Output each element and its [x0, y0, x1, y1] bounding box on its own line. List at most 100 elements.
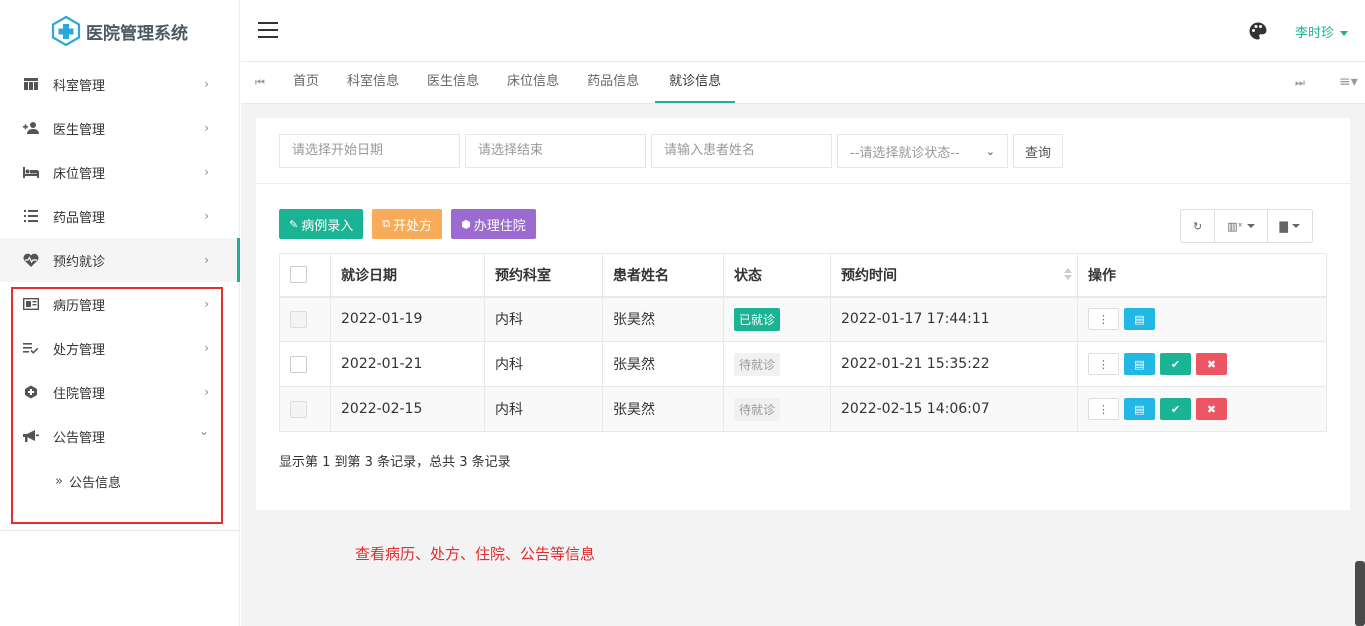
- sort-icon[interactable]: [1064, 268, 1072, 280]
- row-select-cell: [279, 341, 331, 387]
- scrollbar-thumb[interactable]: [1355, 561, 1365, 626]
- pencil-icon: ✎: [289, 217, 299, 231]
- bed-icon: [22, 164, 40, 180]
- refresh-icon[interactable]: ↻: [1181, 210, 1216, 242]
- visit-table: 就诊日期 预约科室 患者姓名 状态 预约时间 操作 2022-01-19 内科 …: [279, 253, 1327, 432]
- admit-button[interactable]: ⬢ 办理住院: [451, 209, 536, 239]
- palette-icon[interactable]: [1248, 21, 1268, 41]
- columns-toggle-button[interactable]: ▥ˣ: [1215, 210, 1268, 242]
- table-row[interactable]: 2022-02-15 内科 张昊然 待就诊 2022-02-15 14:06:0…: [279, 386, 1327, 432]
- col-visit-date[interactable]: 就诊日期: [330, 253, 485, 298]
- cell-dept: 内科: [484, 296, 603, 342]
- record-entry-button[interactable]: ✎ 病例录入: [279, 209, 364, 239]
- sidebar-item-appointment[interactable]: 预约就诊 ›: [0, 238, 240, 282]
- tab-options-icon[interactable]: ≡▾: [1339, 74, 1358, 90]
- search-form: 请选择开始日期 请选择结束 请输入患者姓名 --请选择就诊状态-- ⌄ 查询: [279, 134, 1064, 168]
- status-select[interactable]: --请选择就诊状态-- ⌄: [837, 134, 1008, 168]
- view-card-icon[interactable]: ▤: [1124, 353, 1155, 375]
- status-badge: 待就诊: [734, 397, 781, 421]
- app-title: 医院管理系统: [86, 23, 188, 44]
- end-date-input[interactable]: 请选择结束: [465, 134, 646, 168]
- menu-toggle-icon[interactable]: [258, 22, 278, 38]
- cancel-visit-icon[interactable]: ✖: [1196, 398, 1227, 420]
- cancel-visit-icon[interactable]: ✖: [1196, 353, 1227, 375]
- table-row[interactable]: 2022-01-19 内科 张昊然 已就诊 2022-01-17 17:44:1…: [279, 296, 1327, 342]
- cell-dept: 内科: [484, 341, 603, 387]
- sidebar-item-bed[interactable]: 床位管理 ›: [0, 150, 239, 194]
- caret-down-icon: [1246, 224, 1255, 228]
- tab-scroll-right-icon[interactable]: ⏭: [1295, 76, 1305, 90]
- chevron-right-icon: ›: [204, 209, 209, 223]
- query-button[interactable]: 查询: [1013, 134, 1064, 168]
- row-checkbox[interactable]: [290, 400, 307, 418]
- row-select-cell: [279, 386, 331, 432]
- tab-bed-info[interactable]: 床位信息: [493, 62, 573, 103]
- tab-home[interactable]: 首页: [279, 62, 333, 103]
- cell-status: 待就诊: [723, 341, 831, 387]
- action-toolbar: ✎ 病例录入 ⧉ 开处方 ⬢ 办理住院: [279, 209, 536, 239]
- confirm-visit-icon[interactable]: ✔: [1160, 353, 1191, 375]
- cell-status: 已就诊: [723, 296, 831, 342]
- tabs: 首页 科室信息 医生信息 床位信息 药品信息 就诊信息: [279, 62, 736, 103]
- top-header: 李时珍: [241, 0, 1365, 62]
- cell-time: 2022-02-15 14:06:07: [830, 386, 1078, 432]
- cell-patient: 张昊然: [602, 386, 724, 432]
- sidebar-item-doctor[interactable]: 医生管理 ›: [0, 106, 239, 150]
- tab-medicine-info[interactable]: 药品信息: [573, 62, 653, 103]
- select-all-cell: [279, 253, 331, 298]
- col-status[interactable]: 状态: [723, 253, 831, 298]
- admit-label: 办理住院: [473, 218, 526, 234]
- view-card-icon[interactable]: ▤: [1124, 398, 1155, 420]
- chevron-right-icon: ›: [204, 165, 209, 179]
- heartbeat-icon: [22, 252, 40, 268]
- cell-patient: 张昊然: [602, 341, 724, 387]
- col-actions: 操作: [1077, 253, 1327, 298]
- sidebar-divider: [0, 530, 240, 531]
- cell-actions: ⋮ ▤ ✔ ✖: [1077, 386, 1327, 432]
- sidebar-item-medicine[interactable]: 药品管理 ›: [0, 194, 239, 238]
- cell-date: 2022-01-19: [330, 296, 485, 342]
- cell-actions: ⋮ ▤: [1077, 296, 1327, 342]
- row-checkbox[interactable]: [290, 355, 307, 373]
- caret-down-icon: [1291, 224, 1300, 228]
- view-card-icon[interactable]: ▤: [1124, 308, 1155, 331]
- table-row[interactable]: 2022-01-21 内科 张昊然 待就诊 2022-01-21 15:35:2…: [279, 341, 1327, 387]
- prescribe-button[interactable]: ⧉ 开处方: [372, 209, 443, 239]
- confirm-visit-icon[interactable]: ✔: [1160, 398, 1191, 420]
- prescribe-label: 开处方: [393, 218, 433, 234]
- sidebar-item-label: 医生管理: [53, 122, 106, 138]
- form-divider: [256, 183, 1350, 184]
- sidebar-item-label: 预约就诊: [53, 254, 106, 270]
- more-options-icon[interactable]: ⋮: [1088, 308, 1119, 331]
- chevron-right-icon: ›: [204, 77, 209, 91]
- cell-status: 待就诊: [723, 386, 831, 432]
- table-tools: ↻ ▥ˣ ▇: [1180, 209, 1313, 243]
- status-badge: 已就诊: [734, 307, 781, 331]
- row-checkbox[interactable]: [290, 310, 307, 328]
- user-menu[interactable]: 李时珍: [1295, 22, 1349, 41]
- tab-department-info[interactable]: 科室信息: [333, 62, 413, 103]
- select-all-checkbox[interactable]: [290, 266, 307, 284]
- col-department[interactable]: 预约科室: [484, 253, 603, 298]
- sidebar-item-label: 药品管理: [53, 210, 106, 226]
- start-date-input[interactable]: 请选择开始日期: [279, 134, 460, 168]
- col-appointment-time[interactable]: 预约时间: [830, 253, 1078, 298]
- tab-doctor-info[interactable]: 医生信息: [413, 62, 493, 103]
- logo[interactable]: 医院管理系统: [0, 0, 239, 62]
- more-options-icon[interactable]: ⋮: [1088, 398, 1119, 420]
- cell-date: 2022-01-21: [330, 341, 485, 387]
- col-patient[interactable]: 患者姓名: [602, 253, 724, 298]
- tab-scroll-left-icon[interactable]: ⏮: [255, 76, 265, 90]
- list-icon: [22, 208, 40, 224]
- record-entry-label: 病例录入: [301, 218, 354, 234]
- file-icon: ▇: [1279, 219, 1288, 233]
- export-button[interactable]: ▇: [1268, 210, 1312, 242]
- status-select-value: --请选择就诊状态--: [850, 145, 960, 161]
- tab-visit-info[interactable]: 就诊信息: [655, 62, 736, 103]
- sidebar-item-department[interactable]: 科室管理 ›: [0, 62, 239, 106]
- table-icon: [22, 76, 40, 92]
- patient-name-input[interactable]: 请输入患者姓名: [651, 134, 832, 168]
- caret-down-icon: [1340, 31, 1349, 36]
- chevron-down-icon: ⌄: [985, 144, 995, 158]
- more-options-icon[interactable]: ⋮: [1088, 353, 1119, 375]
